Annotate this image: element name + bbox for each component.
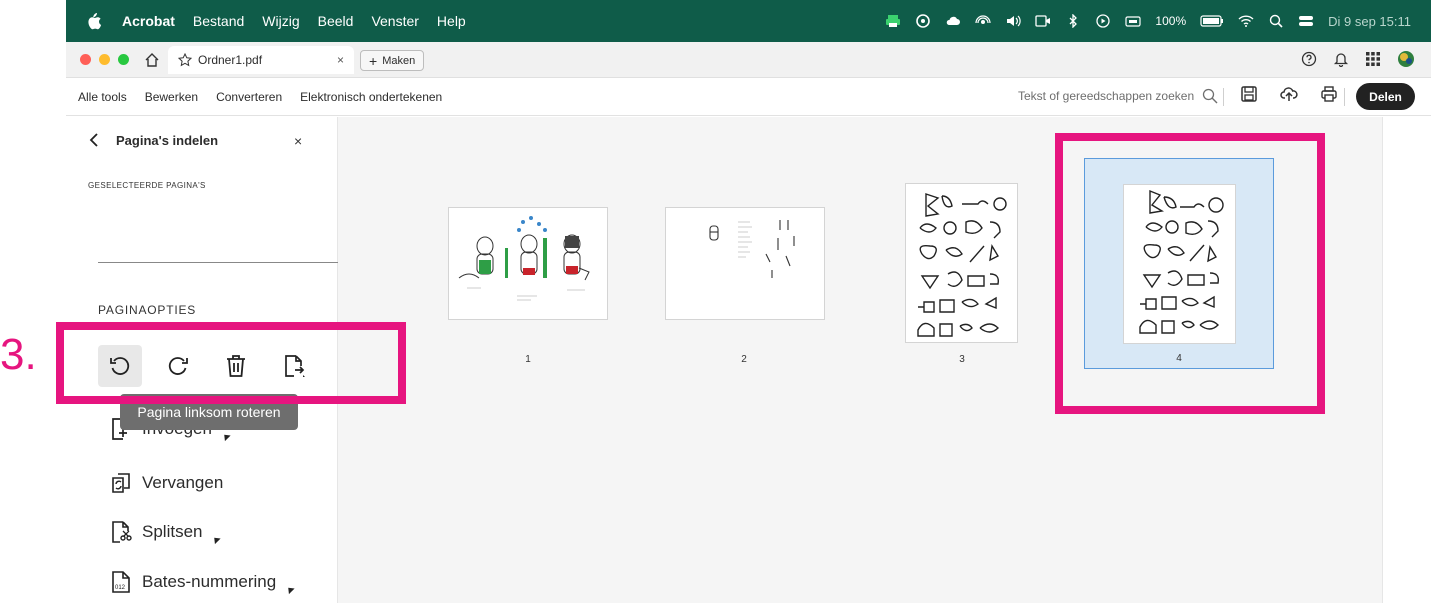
spotlight-search-icon[interactable] xyxy=(1268,14,1284,28)
insert-dropdown-caret xyxy=(221,431,231,441)
tab-close-button[interactable]: × xyxy=(337,53,344,67)
search-icon xyxy=(1202,88,1218,104)
highlight-box-options xyxy=(56,322,406,404)
airdrop-icon[interactable] xyxy=(975,14,992,28)
window-minimize-button[interactable] xyxy=(99,54,110,65)
make-label: Maken xyxy=(382,54,416,67)
back-chevron-icon[interactable] xyxy=(88,133,100,147)
menu-wijzig[interactable]: Wijzig xyxy=(262,13,299,29)
page-3-drawing xyxy=(917,193,1007,337)
cloud-status-icon[interactable] xyxy=(945,14,961,28)
split-icon xyxy=(112,521,132,543)
tool-search-placeholder: Tekst of gereedschappen zoeken xyxy=(1018,89,1195,103)
help-icon[interactable] xyxy=(1301,51,1317,67)
bates-numbering-button[interactable]: 012 Bates-nummering xyxy=(110,571,295,594)
shield-status-icon[interactable] xyxy=(915,14,931,28)
star-icon[interactable] xyxy=(178,53,192,67)
page-number-3: 3 xyxy=(959,354,965,365)
tab-elektronisch-ondertekenen[interactable]: Elektronisch ondertekenen xyxy=(300,90,442,104)
tab-bewerken[interactable]: Bewerken xyxy=(145,90,198,104)
home-icon[interactable] xyxy=(144,52,160,68)
play-icon[interactable] xyxy=(1095,14,1111,28)
screen-record-icon[interactable] xyxy=(1035,14,1051,28)
split-button[interactable]: Splitsen xyxy=(110,521,222,544)
tab-document[interactable]: Ordner1.pdf × xyxy=(168,46,354,74)
volume-icon[interactable] xyxy=(1005,14,1022,28)
selected-pages-field[interactable] xyxy=(98,262,338,263)
replace-label: Vervangen xyxy=(142,473,224,492)
tab-bar: Ordner1.pdf × + Maken xyxy=(66,42,1431,78)
selected-pages-label: GESELECTEERDE PAGINA'S xyxy=(88,181,206,190)
split-label: Splitsen xyxy=(142,522,203,541)
window-close-button[interactable] xyxy=(80,54,91,65)
bluetooth-icon[interactable] xyxy=(1065,14,1081,28)
toolbar-divider xyxy=(1223,88,1224,106)
share-button[interactable]: Delen xyxy=(1356,83,1415,110)
toolbar-actions xyxy=(1240,85,1338,103)
wifi-icon[interactable] xyxy=(1238,14,1254,28)
menu-bestand[interactable]: Bestand xyxy=(193,13,244,29)
upload-cloud-icon[interactable] xyxy=(1280,85,1298,103)
battery-icon[interactable] xyxy=(1200,14,1224,28)
plus-icon: + xyxy=(369,52,378,69)
control-center-icon[interactable] xyxy=(1298,14,1314,28)
page-number-2: 2 xyxy=(741,354,747,365)
bell-icon[interactable] xyxy=(1333,51,1349,67)
menu-help[interactable]: Help xyxy=(437,13,466,29)
replace-icon xyxy=(112,473,130,493)
menu-app-name[interactable]: Acrobat xyxy=(122,13,175,29)
page-thumbnail-3[interactable] xyxy=(905,183,1018,343)
replace-button[interactable]: Vervangen xyxy=(110,472,223,494)
tab-alle-tools[interactable]: Alle tools xyxy=(78,90,127,104)
menu-bar: Acrobat Bestand Wijzig Beeld Venster Hel… xyxy=(66,0,1431,42)
print-icon[interactable] xyxy=(1320,85,1338,103)
right-rail xyxy=(1382,117,1431,603)
save-icon[interactable] xyxy=(1240,85,1258,103)
app-toolbar: Alle tools Bewerken Converteren Elektron… xyxy=(66,78,1431,116)
svg-text:012: 012 xyxy=(115,585,126,591)
tab-converteren[interactable]: Converteren xyxy=(216,90,282,104)
bates-numbering-icon: 012 xyxy=(112,571,130,593)
bates-numbering-label: Bates-nummering xyxy=(142,572,277,591)
step-label: 3. xyxy=(0,330,37,379)
status-area: 100% Di 9 sep 15:11 xyxy=(885,0,1411,42)
bates-dropdown-caret xyxy=(285,584,295,594)
apple-icon[interactable] xyxy=(86,12,102,30)
page-options-label: PAGINAOPTIES xyxy=(98,303,197,317)
split-dropdown-caret xyxy=(211,534,222,544)
page-2-drawing xyxy=(709,220,795,278)
page-number-1: 1 xyxy=(525,354,531,365)
clock[interactable]: Di 9 sep 15:11 xyxy=(1328,14,1411,29)
tab-bar-icons xyxy=(1301,50,1415,68)
page-1-drawing xyxy=(458,216,590,301)
menu-beeld[interactable]: Beeld xyxy=(318,13,354,29)
printer-status-icon[interactable] xyxy=(885,14,901,28)
window-zoom-button[interactable] xyxy=(118,54,129,65)
panel-title: Pagina's indelen xyxy=(116,133,219,148)
keyboard-icon[interactable] xyxy=(1125,14,1142,28)
apps-grid-icon[interactable] xyxy=(1365,51,1381,67)
page-thumbnail-2[interactable] xyxy=(665,207,825,320)
make-button[interactable]: + Maken xyxy=(360,50,425,71)
panel-close-button[interactable]: × xyxy=(294,133,302,149)
tab-title: Ordner1.pdf xyxy=(198,53,263,67)
page-thumbnail-1[interactable] xyxy=(448,207,608,320)
menu-venster[interactable]: Venster xyxy=(371,13,418,29)
screen: Acrobat Bestand Wijzig Beeld Venster Hel… xyxy=(0,0,1431,603)
toolbar-divider xyxy=(1344,88,1345,106)
tool-search[interactable]: Tekst of gereedschappen zoeken xyxy=(1018,88,1218,104)
highlight-box-page-4 xyxy=(1055,133,1325,414)
battery-percent: 100% xyxy=(1155,14,1187,28)
avatar[interactable] xyxy=(1397,50,1415,68)
